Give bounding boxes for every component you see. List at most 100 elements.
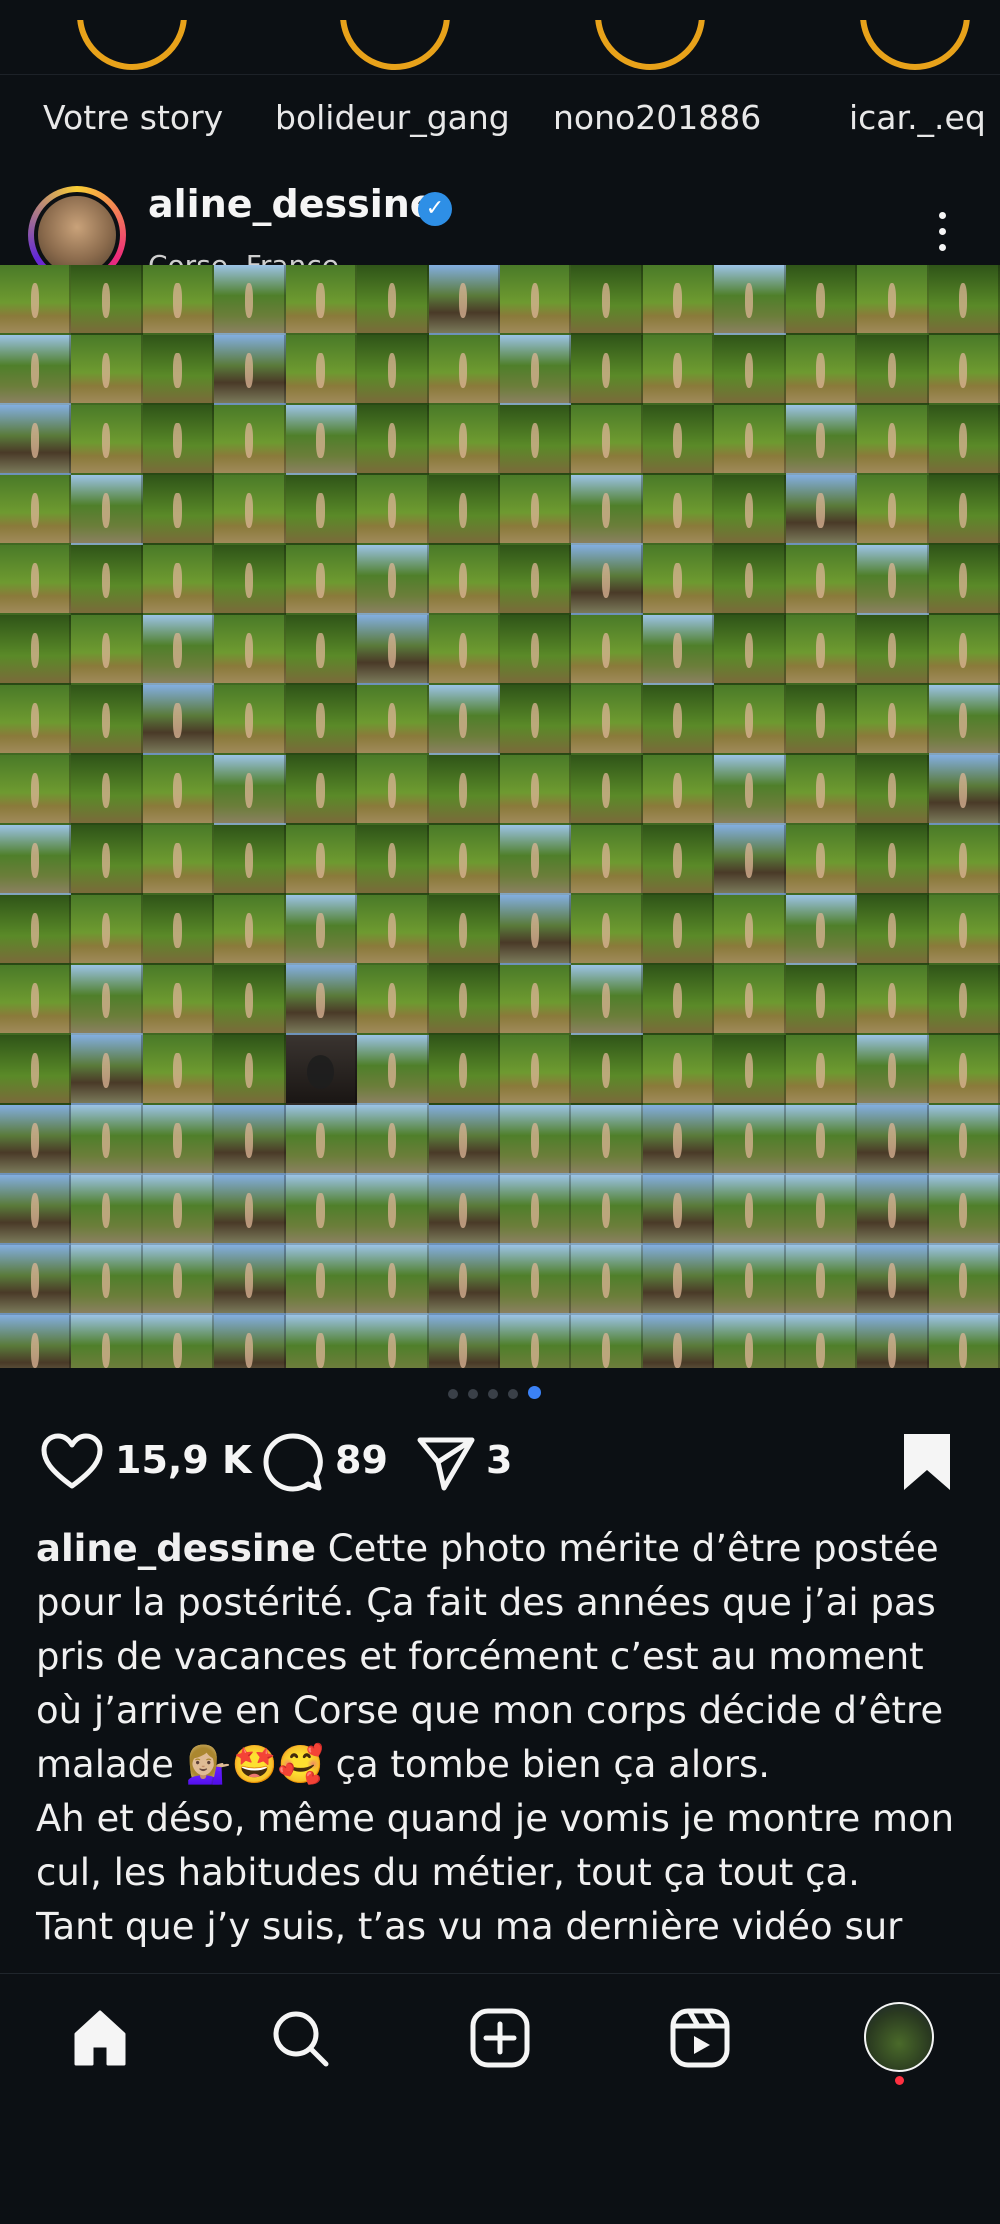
photo-tile <box>71 1105 143 1175</box>
photo-tile <box>71 475 143 545</box>
photo-tile <box>928 755 1000 825</box>
share-count[interactable]: 3 <box>486 1438 512 1482</box>
photo-tile <box>571 615 643 685</box>
photo-tile <box>785 1105 858 1175</box>
photo-tile <box>500 405 572 475</box>
photo-tile <box>71 615 143 685</box>
post-caption: aline_dessine Cette photo mérite d’être … <box>36 1522 976 1962</box>
caption-text-2: Ah et déso, même quand je vomis je montr… <box>36 1797 955 1894</box>
photo-tile <box>214 965 286 1035</box>
photo-tile <box>785 755 858 825</box>
photo-tile <box>142 895 215 965</box>
photo-tile <box>857 1105 929 1175</box>
photo-tile <box>571 405 643 475</box>
caption-username[interactable]: aline_dessine <box>36 1527 316 1570</box>
search-icon[interactable] <box>268 2006 332 2070</box>
photo-tile <box>714 825 786 895</box>
photo-tile <box>857 965 929 1035</box>
photo-tile <box>571 1105 643 1175</box>
photo-tile <box>785 1245 858 1315</box>
photo-tile <box>928 895 1000 965</box>
photo-tile <box>785 825 858 895</box>
photo-tile <box>142 1315 215 1368</box>
photo-tile <box>71 1315 143 1368</box>
photo-tile <box>642 615 715 685</box>
home-icon[interactable] <box>68 2006 132 2070</box>
photo-tile <box>928 475 1000 545</box>
photo-tile <box>928 335 1000 405</box>
photo-tile <box>571 755 643 825</box>
post-username[interactable]: aline_dessine <box>148 182 436 226</box>
photo-tile <box>571 685 643 755</box>
photo-tile <box>0 965 72 1035</box>
photo-tile <box>642 1035 715 1105</box>
photo-tile <box>571 1245 643 1315</box>
share-icon[interactable] <box>414 1432 478 1494</box>
post-image[interactable] <box>0 265 1000 1368</box>
photo-tile <box>428 475 500 545</box>
bookmark-icon[interactable] <box>900 1432 954 1494</box>
verified-badge-icon: ✓ <box>418 192 452 226</box>
story-ring-own[interactable] <box>77 20 187 80</box>
photo-tile <box>285 1315 358 1368</box>
story-label-icar-eq[interactable]: icar._.eq <box>849 98 986 137</box>
photo-tile <box>71 545 143 615</box>
photo-tile <box>714 1175 786 1245</box>
photo-tile <box>357 545 429 615</box>
story-label-bolideur-gang[interactable]: bolideur_gang <box>275 98 510 137</box>
photo-tile <box>357 615 429 685</box>
photo-tile <box>857 545 929 615</box>
photo-tile <box>428 1105 500 1175</box>
comment-count[interactable]: 89 <box>335 1438 388 1482</box>
photo-tile <box>142 335 215 405</box>
story-ring-nono201886[interactable] <box>595 20 705 80</box>
profile-icon[interactable] <box>864 2002 934 2072</box>
photo-tile <box>928 825 1000 895</box>
photo-tile <box>785 615 858 685</box>
photo-tile <box>928 1105 1000 1175</box>
story-ring-icar-eq[interactable] <box>860 20 970 80</box>
photo-tile <box>285 335 358 405</box>
photo-tile <box>357 1175 429 1245</box>
photo-tile <box>71 895 143 965</box>
photo-tile <box>214 1105 286 1175</box>
photo-tile <box>928 1315 1000 1368</box>
photo-tile <box>357 335 429 405</box>
photo-tile <box>71 265 143 335</box>
carousel-dot <box>488 1389 498 1399</box>
photo-tile <box>928 545 1000 615</box>
photo-tile <box>928 615 1000 685</box>
photo-tile <box>500 1175 572 1245</box>
photo-tile <box>714 1035 786 1105</box>
post-location[interactable]: Corse, France <box>148 246 339 266</box>
photo-tile <box>571 895 643 965</box>
more-icon[interactable] <box>928 212 956 262</box>
reels-icon[interactable] <box>668 2006 732 2070</box>
photo-tile <box>0 1175 72 1245</box>
photo-tile <box>428 545 500 615</box>
story-ring-bolideur-gang[interactable] <box>340 20 450 80</box>
photo-tile <box>357 1315 429 1368</box>
photo-tile <box>142 1175 215 1245</box>
photo-tile <box>214 1035 286 1105</box>
create-icon[interactable] <box>468 2006 532 2070</box>
like-count[interactable]: 15,9 K <box>115 1438 251 1482</box>
photo-tile <box>428 335 500 405</box>
photo-tile <box>500 825 572 895</box>
photo-tile <box>0 1105 72 1175</box>
photo-tile <box>142 1105 215 1175</box>
story-label-own[interactable]: Votre story <box>43 98 223 137</box>
photo-tile <box>642 895 715 965</box>
photo-tile <box>357 895 429 965</box>
carousel-dot-active <box>528 1386 541 1399</box>
notification-dot <box>895 2076 904 2085</box>
photo-tile <box>571 1315 643 1368</box>
photo-tile <box>785 265 858 335</box>
photo-tile <box>357 475 429 545</box>
heart-icon[interactable] <box>40 1432 104 1492</box>
photo-tile <box>500 755 572 825</box>
photo-tile <box>214 825 286 895</box>
comment-icon[interactable] <box>262 1432 324 1494</box>
story-label-nono201886[interactable]: nono201886 <box>553 98 761 137</box>
photo-tile <box>285 1105 358 1175</box>
